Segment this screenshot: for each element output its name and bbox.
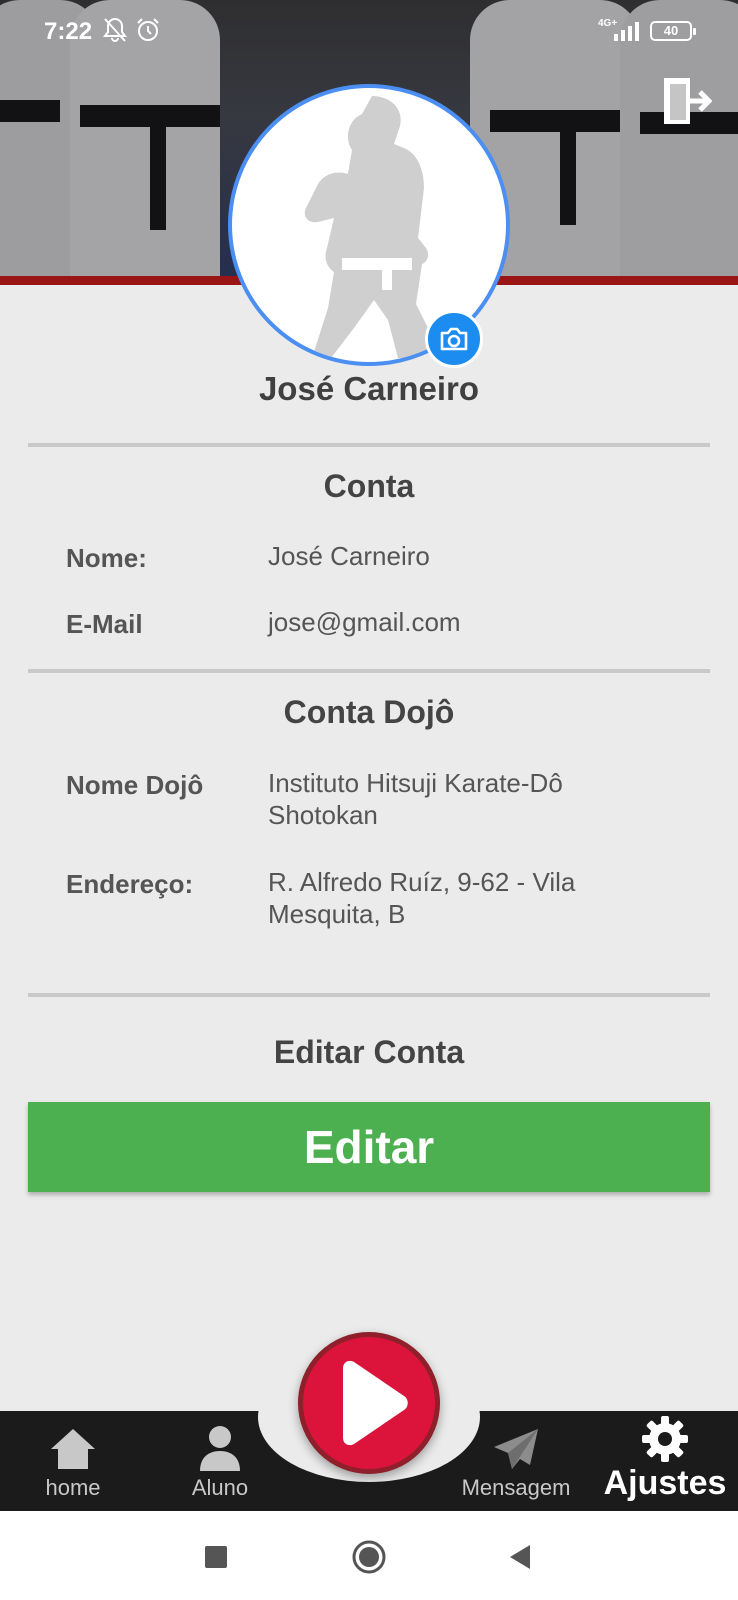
divider [28, 443, 710, 447]
home-icon [51, 1429, 95, 1469]
camera-icon [440, 327, 468, 351]
status-bar: 7:22 4G+ 40 [0, 0, 738, 62]
dojo-section-title: Conta Dojô [283, 694, 455, 730]
account-section-title: Conta [323, 468, 415, 504]
nav-ajustes-label: Ajustes [603, 1464, 727, 1502]
person-icon [200, 1426, 240, 1471]
divider [28, 993, 710, 997]
battery-icon: 40 [650, 21, 696, 41]
back-triangle-icon[interactable] [508, 1544, 532, 1575]
recents-square-icon[interactable] [205, 1546, 227, 1573]
name-value: José Carneiro [268, 541, 430, 571]
name-label: Nome: [66, 543, 147, 573]
edit-button[interactable]: Editar [28, 1102, 710, 1192]
email-value: jose@gmail.com [268, 607, 461, 637]
divider [28, 669, 710, 673]
bell-off-icon [102, 16, 128, 49]
nav-mensagem-label: Mensagem [461, 1475, 571, 1500]
play-icon [343, 1360, 408, 1446]
nav-aluno-label: Aluno [191, 1475, 249, 1500]
home-circle-icon[interactable] [351, 1539, 387, 1580]
nav-home[interactable]: home [23, 1411, 123, 1511]
nav-aluno[interactable]: Aluno [170, 1411, 270, 1511]
change-photo-button[interactable] [425, 310, 483, 368]
nav-mensagem[interactable]: Mensagem [450, 1411, 582, 1511]
system-nav-bar [0, 1511, 738, 1600]
dojo-name-label: Nome Dojô [66, 770, 204, 800]
profile-name: José Carneiro [258, 370, 480, 407]
gear-icon [642, 1416, 688, 1462]
signal-icon [612, 20, 642, 47]
email-label: E-Mail [66, 609, 143, 639]
alarm-icon [134, 16, 162, 49]
center-play-button[interactable] [298, 1332, 440, 1474]
nav-ajustes[interactable]: Ajustes [598, 1411, 732, 1511]
dojo-name-value: Instituto Hitsuji Karate-Dô Shotokan [268, 768, 563, 830]
logout-door-icon [664, 78, 713, 124]
edit-section-title: Editar Conta [273, 1034, 465, 1070]
nav-home-label: home [45, 1475, 101, 1500]
address-value: R. Alfredo Ruíz, 9-62 - Vila Mesquita, B [268, 867, 576, 929]
status-time: 7:22 [44, 18, 93, 45]
paper-plane-icon [494, 1429, 538, 1469]
logout-button[interactable] [660, 76, 713, 126]
address-label: Endereço: [66, 869, 194, 899]
